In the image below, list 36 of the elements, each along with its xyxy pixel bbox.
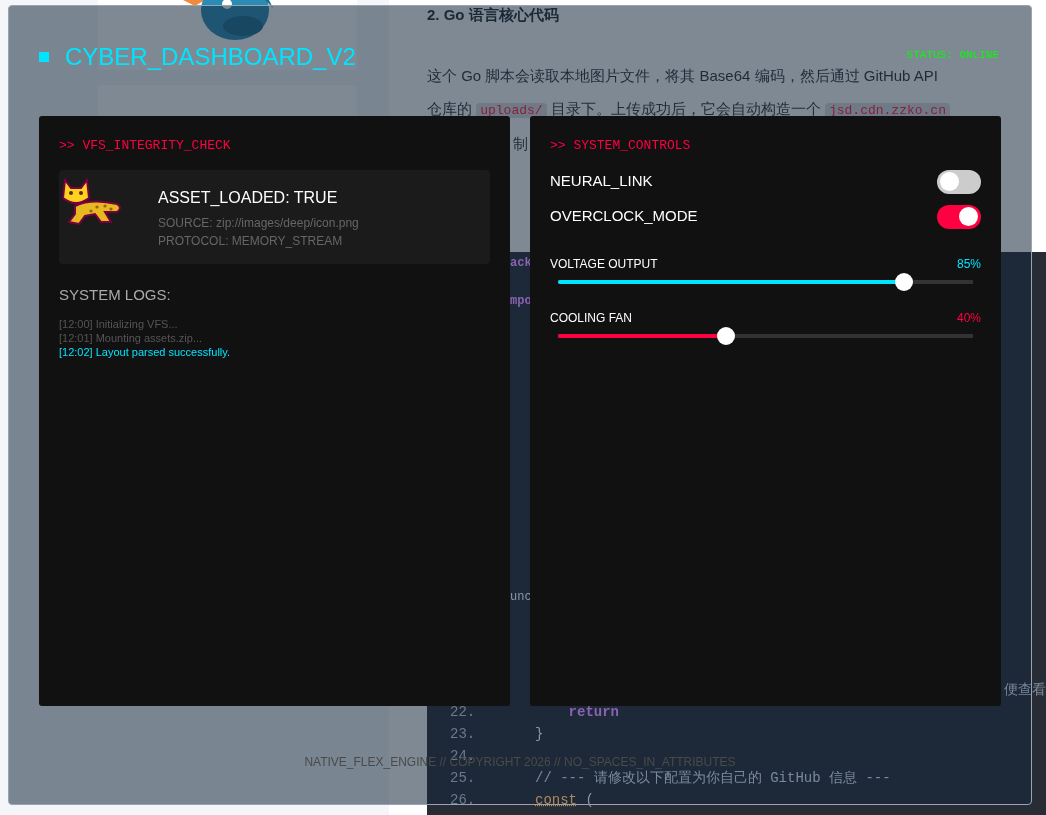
toggle-switch[interactable]	[937, 169, 981, 194]
log-entry: [12:00] Initializing VFS...	[59, 316, 179, 331]
code-text: const (	[535, 793, 594, 807]
code-text: return	[567, 705, 619, 719]
slider-value: 40%	[956, 310, 981, 327]
line-number: 26.	[450, 793, 476, 807]
line-number: 22.	[450, 705, 476, 719]
log-entry: [12:02] Layout parsed successfully.	[59, 344, 231, 359]
article-text: 这个 Go 脚本会读取本地图片文件，将其 Base64 编码，然后通过 GitHub API	[427, 67, 938, 85]
panel-title: >> SYSTEM_CONTROLS	[550, 137, 692, 155]
code-text: unc	[510, 589, 532, 605]
slider-value: 85%	[956, 256, 981, 273]
article-heading: 2. Go 语言核心代码	[427, 6, 559, 24]
code-text: // --- 请修改以下配置为你自己的 GitHub 信息 ---	[535, 771, 891, 785]
status-text: STATUS: ONLINE	[906, 49, 999, 61]
article-text: 制	[513, 135, 528, 153]
slider-label: VOLTAGE OUTPUT	[550, 256, 658, 273]
slider-thumb[interactable]	[895, 273, 914, 291]
cat-icon	[61, 176, 123, 226]
slider-thumb[interactable]	[716, 327, 735, 345]
square-icon	[39, 52, 49, 62]
slider-label: COOLING FAN	[550, 310, 632, 327]
line-number: 25.	[450, 771, 476, 785]
dashboard-title: CYBER_DASHBOARD_V2	[65, 42, 356, 72]
log-entry: [12:01] Mounting assets.zip...	[59, 330, 204, 345]
asset-status: ASSET_LOADED: TRUE	[158, 188, 339, 208]
code-text: }	[535, 727, 544, 741]
asset-protocol: PROTOCOL: MEMORY_STREAM	[158, 233, 344, 250]
asset-source: SOURCE: zip://images/deep/icon.png	[158, 215, 359, 232]
panel-title: >> VFS_INTEGRITY_CHECK	[59, 137, 232, 155]
code-text: ack	[510, 255, 532, 271]
toggle-switch[interactable]	[937, 204, 981, 229]
line-number: 23.	[450, 727, 476, 741]
toggle-label: OVERCLOCK_MODE	[550, 206, 698, 227]
logs-title: SYSTEM LOGS:	[59, 285, 172, 305]
toggle-label: NEURAL_LINK	[550, 171, 653, 192]
